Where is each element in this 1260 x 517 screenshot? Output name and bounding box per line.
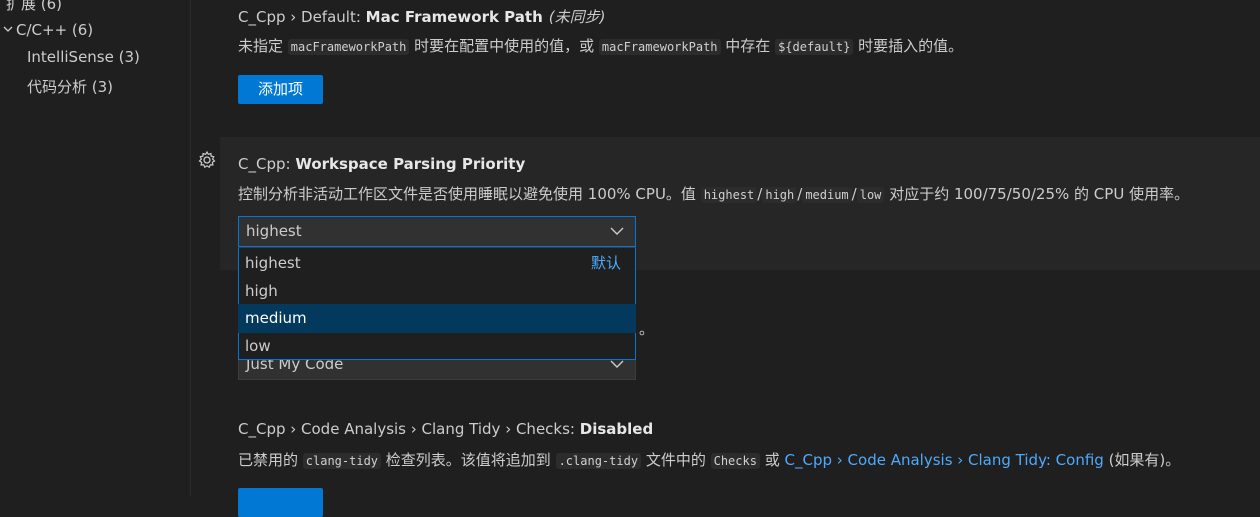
add-item-button[interactable]: 添加项 — [238, 75, 323, 104]
setting-title-mac-framework-path: C_Cpp › Default: Mac Framework Path (未同步) — [238, 8, 606, 26]
setting-title-clang-tidy-checks: C_Cpp › Code Analysis › Clang Tidy › Che… — [238, 420, 654, 438]
gear-icon[interactable] — [197, 150, 217, 170]
chevron-down-icon — [2, 23, 16, 38]
toc-item-intellisense[interactable]: IntelliSense (3) — [27, 48, 140, 66]
add-item-button-2[interactable] — [238, 488, 323, 517]
default-badge: 默认 — [590, 254, 621, 272]
dropdown-option-highest[interactable]: highest 默认 — [239, 250, 635, 277]
priority-dropdown-list: highest 默认 high medium low — [238, 247, 636, 360]
clang-tidy-config-link[interactable]: C_Cpp › Code Analysis › Clang Tidy: Conf… — [785, 451, 1104, 469]
dropdown-option-low[interactable]: low — [239, 333, 635, 360]
setting-description-tail: 。 — [639, 320, 655, 338]
toc-item-extensions[interactable]: 扩展 (6) — [6, 0, 62, 14]
settings-list: C_Cpp › Default: Mac Framework Path (未同步)… — [191, 0, 1260, 517]
setting-title-workspace-parsing-priority: C_Cpp: Workspace Parsing Priority — [238, 155, 526, 173]
toc-item-cpp[interactable]: C/C++ (6) — [2, 21, 93, 39]
setting-description-mac-framework-path: 未指定 macFrameworkPath 时要在配置中使用的值，或 macFra… — [238, 37, 964, 55]
toc-item-code-analysis[interactable]: 代码分析 (3) — [27, 76, 113, 97]
workspace-parsing-priority-select[interactable]: highest — [238, 216, 636, 247]
settings-toc-sidebar: 扩展 (6) C/C++ (6) IntelliSense (3) 代码分析 (… — [0, 0, 191, 496]
dropdown-option-high[interactable]: high — [239, 278, 635, 305]
chevron-down-icon — [609, 217, 625, 246]
setting-description-clang-tidy-checks: 已禁用的 clang-tidy 检查列表。该值将追加到 .clang-tidy … — [238, 451, 1181, 469]
setting-description-workspace-parsing-priority: 控制分析非活动工作区文件是否使用睡眠以避免使用 100% CPU。值 highe… — [238, 185, 1190, 203]
dropdown-option-medium[interactable]: medium — [238, 304, 636, 333]
